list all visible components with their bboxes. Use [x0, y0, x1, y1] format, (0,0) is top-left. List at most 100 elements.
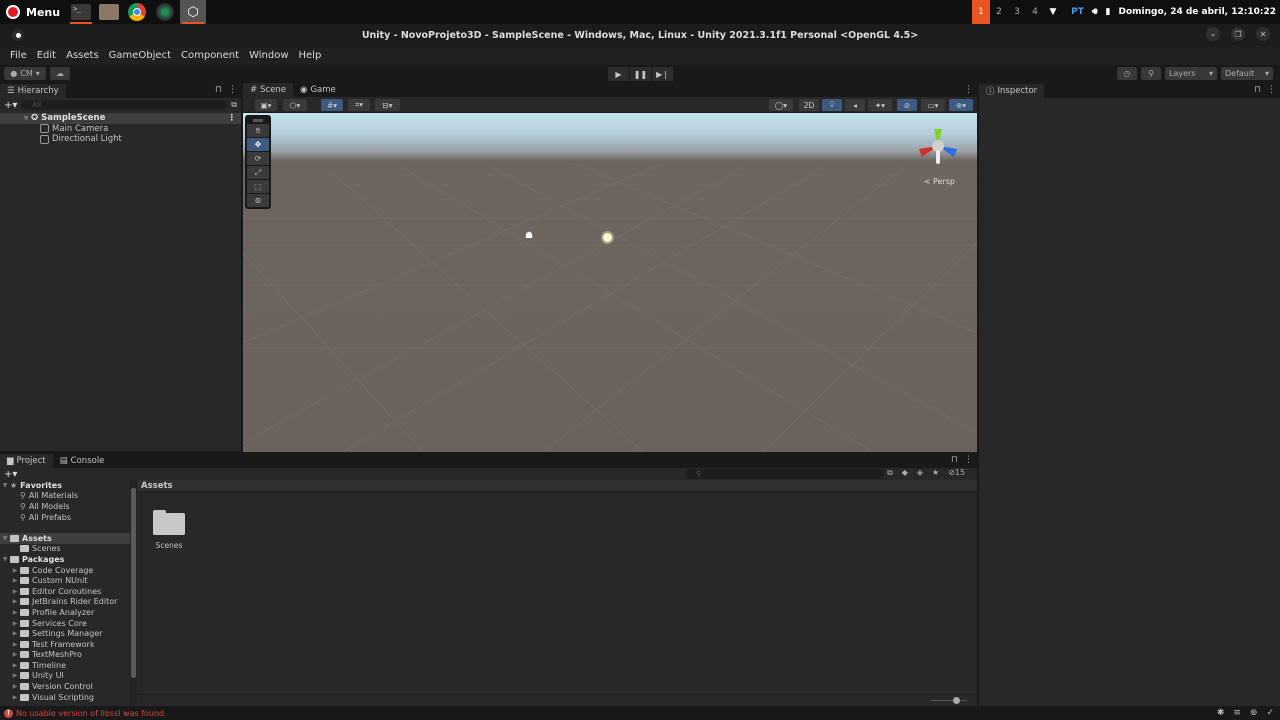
- scale-tool[interactable]: ⤢: [247, 166, 269, 179]
- expand-arrow-icon[interactable]: ▶: [10, 598, 20, 605]
- package-item[interactable]: ▶ Settings Manager: [0, 628, 130, 639]
- filter-by-type-icon[interactable]: ◆: [902, 468, 908, 478]
- expand-arrow-icon[interactable]: ▶: [10, 662, 20, 669]
- layout-dropdown[interactable]: Default ▾: [1221, 67, 1273, 80]
- hidden-objects-toggle[interactable]: ⊘: [897, 99, 917, 111]
- step-button[interactable]: ▶❘: [652, 67, 673, 81]
- tab-inspector[interactable]: ⓘ Inspector: [979, 84, 1045, 98]
- kebab-menu-icon[interactable]: ⋮: [964, 85, 973, 95]
- package-item[interactable]: ▶ JetBrains Rider Editor: [0, 597, 130, 608]
- camera-settings-dropdown[interactable]: ▭▾: [921, 99, 945, 111]
- expand-arrow-icon[interactable]: ▶: [10, 620, 20, 627]
- package-item[interactable]: ▶ TextMeshPro: [0, 650, 130, 661]
- favorite-item[interactable]: ⚲ All Models: [0, 501, 130, 512]
- favorite-item[interactable]: ⚲ All Prefabs: [0, 512, 130, 523]
- start-menu-button[interactable]: Menu: [0, 0, 66, 24]
- taskbar-camera[interactable]: [152, 0, 178, 24]
- tab-hierarchy[interactable]: ☰ Hierarchy: [0, 84, 66, 98]
- taskbar-chrome[interactable]: [124, 0, 150, 24]
- expand-arrow-icon[interactable]: ▶: [10, 641, 20, 648]
- breadcrumb[interactable]: Assets: [138, 480, 977, 492]
- status-message[interactable]: No usable version of libssl was found: [16, 709, 164, 718]
- scene-visibility-icon[interactable]: ⧉: [231, 100, 237, 110]
- cache-server-icon[interactable]: ≡: [1233, 708, 1241, 718]
- package-item[interactable]: ▶ Services Core: [0, 618, 130, 629]
- light-gizmo-icon[interactable]: [603, 233, 612, 242]
- play-button[interactable]: ▶: [608, 67, 629, 81]
- battery-icon[interactable]: ▮: [1106, 7, 1111, 17]
- account-dropdown[interactable]: ● CM ▾: [4, 67, 46, 80]
- scene-row[interactable]: ▼ ✪ SampleScene ⋮: [0, 113, 241, 124]
- menu-component[interactable]: Component: [176, 50, 244, 61]
- expand-arrow-icon[interactable]: ▶: [10, 694, 20, 701]
- menu-help[interactable]: Help: [294, 50, 327, 61]
- package-item[interactable]: ▶ Unity UI: [0, 671, 130, 682]
- layers-dropdown[interactable]: Layers ▾: [1165, 67, 1217, 80]
- project-tree-scrollbar[interactable]: [130, 480, 137, 704]
- favorite-item[interactable]: ⚲ All Materials: [0, 491, 130, 502]
- workspace-1[interactable]: 1: [972, 0, 990, 24]
- taskbar-files[interactable]: [96, 0, 122, 24]
- snap-increment-dropdown[interactable]: ⌗▾: [348, 99, 370, 111]
- expand-arrow-icon[interactable]: ▼: [21, 115, 31, 122]
- hidden-packages-toggle[interactable]: ⊘15: [948, 468, 965, 478]
- add-object-button[interactable]: +▾: [4, 100, 17, 111]
- cloud-button[interactable]: ☁: [50, 67, 70, 80]
- wifi-icon[interactable]: ▼: [1044, 0, 1062, 24]
- expand-arrow-icon[interactable]: ▶: [10, 683, 20, 690]
- toggle-2d-button[interactable]: 2D: [799, 99, 819, 111]
- package-item[interactable]: ▶ Editor Coroutines: [0, 586, 130, 597]
- expand-arrow-icon[interactable]: ▶: [10, 577, 20, 584]
- expand-arrow-icon[interactable]: ▶: [10, 609, 20, 616]
- close-button[interactable]: ✕: [1256, 27, 1270, 41]
- menu-window[interactable]: Window: [244, 50, 293, 61]
- hierarchy-item[interactable]: Directional Light: [0, 134, 241, 145]
- expand-arrow-icon[interactable]: ▶: [10, 567, 20, 574]
- menu-assets[interactable]: Assets: [61, 50, 104, 61]
- expand-arrow-icon[interactable]: ▼: [0, 535, 10, 542]
- menu-gameobject[interactable]: GameObject: [104, 50, 176, 61]
- package-item[interactable]: ▶ Visual Scripting: [0, 692, 130, 703]
- rotate-tool[interactable]: ⟳: [247, 152, 269, 165]
- tab-game[interactable]: ◉ Game: [293, 83, 343, 97]
- hand-tool[interactable]: ✋︎: [247, 124, 269, 137]
- assets-folder[interactable]: ▼ Assets: [0, 532, 130, 544]
- package-item[interactable]: ▶ Test Framework: [0, 639, 130, 650]
- lighting-toggle[interactable]: 💡︎: [822, 99, 842, 111]
- taskbar-terminal[interactable]: >_: [68, 0, 94, 24]
- expand-arrow-icon[interactable]: ▶: [10, 651, 20, 658]
- rect-tool[interactable]: ⬚: [247, 180, 269, 193]
- clock[interactable]: Domingo, 24 de abril, 12:10:22: [1119, 7, 1277, 17]
- filter-by-label-icon[interactable]: ◈: [917, 468, 923, 478]
- kebab-menu-icon[interactable]: ⋮: [964, 455, 973, 465]
- render-mode-dropdown[interactable]: ◯▾: [769, 99, 793, 111]
- search-by-type-icon[interactable]: ⧉: [887, 468, 893, 478]
- project-search-input[interactable]: ⚲: [685, 469, 885, 479]
- tab-scene[interactable]: # Scene: [243, 83, 294, 97]
- expand-arrow-icon[interactable]: ▶: [10, 588, 20, 595]
- scene-viewport[interactable]: ✋︎ ✥ ⟳ ⤢ ⬚ ⊛ ☗ < Persp: [243, 113, 977, 452]
- collaborate-icon[interactable]: ⊗: [1250, 708, 1258, 718]
- search-button[interactable]: ⚲: [1141, 67, 1161, 80]
- align-dropdown[interactable]: ⊟▾: [375, 99, 400, 111]
- move-tool[interactable]: ✥: [247, 138, 269, 151]
- package-item[interactable]: ▶ Profile Analyzer: [0, 607, 130, 618]
- kebab-menu-icon[interactable]: ⋮: [228, 85, 237, 95]
- taskbar-unity[interactable]: ⬡: [180, 0, 207, 24]
- package-item[interactable]: ▶ Timeline: [0, 660, 130, 671]
- pause-button[interactable]: ❚❚: [630, 67, 651, 81]
- kebab-menu-icon[interactable]: ⋮: [228, 113, 237, 123]
- lock-icon[interactable]: ⊓: [1254, 85, 1261, 95]
- debug-icon[interactable]: ✱: [1217, 708, 1225, 718]
- workspace-2[interactable]: 2: [990, 0, 1008, 24]
- folder-item[interactable]: Scenes: [0, 544, 130, 555]
- expand-arrow-icon[interactable]: ▶: [10, 672, 20, 679]
- gizmos-dropdown[interactable]: ⊕▾: [949, 99, 973, 111]
- shading-dropdown[interactable]: ⬡▾: [283, 99, 307, 111]
- grid-snap-dropdown[interactable]: #▾: [321, 99, 343, 111]
- keyboard-language[interactable]: PT: [1071, 7, 1084, 17]
- window-menu-icon[interactable]: [12, 29, 24, 41]
- package-item[interactable]: ▶ Code Coverage: [0, 565, 130, 576]
- kebab-menu-icon[interactable]: ⋮: [1267, 85, 1276, 95]
- tab-console[interactable]: ▤ Console: [53, 454, 112, 468]
